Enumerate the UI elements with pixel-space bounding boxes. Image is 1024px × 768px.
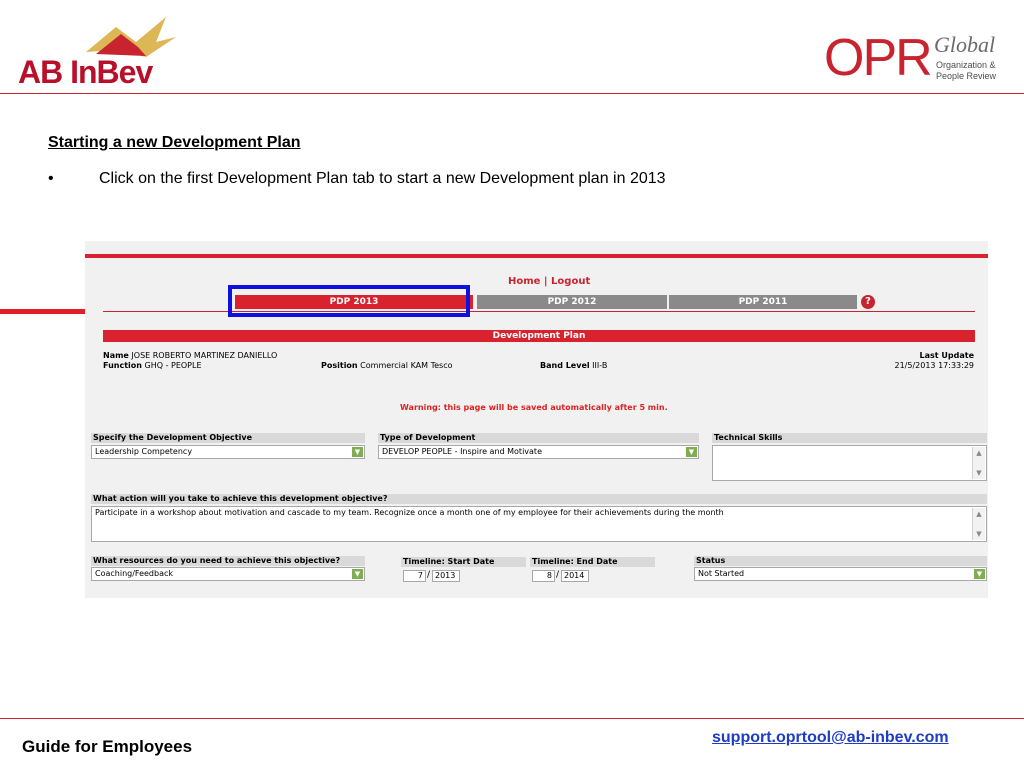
employee-function: Function GHQ - PEOPLE <box>103 361 202 370</box>
employee-position: Position Commercial KAM Tesco <box>321 361 453 370</box>
footer-guide-title: Guide for Employees <box>22 737 193 756</box>
last-update-value: 21/5/2013 17:33:29 <box>894 361 975 370</box>
scroll-down-icon[interactable]: ▼ <box>973 467 985 479</box>
objective-value: Leadership Competency <box>95 447 193 456</box>
last-update-label: Last Update <box>919 351 974 360</box>
help-icon[interactable]: ? <box>861 295 875 309</box>
scroll-down-icon[interactable]: ▼ <box>973 528 985 540</box>
name-label: Name <box>103 351 129 360</box>
footer-divider <box>0 718 1024 719</box>
position-label: Position <box>321 361 358 370</box>
employee-band: Band Level III-B <box>540 361 607 370</box>
action-label: What action will you take to achieve thi… <box>91 494 987 504</box>
end-date-separator: / <box>556 570 560 580</box>
chevron-down-icon[interactable]: ▼ <box>686 447 697 457</box>
opr-wordmark: OPR <box>824 29 933 87</box>
abinbev-logo: AB InBev <box>16 12 176 90</box>
type-select[interactable]: DEVELOP PEOPLE - Inspire and Motivate ▼ <box>378 445 699 459</box>
type-value: DEVELOP PEOPLE - Inspire and Motivate <box>382 447 542 456</box>
band-label: Band Level <box>540 361 590 370</box>
logo-subtitle-2: People Review <box>936 71 997 81</box>
objective-select[interactable]: Leadership Competency ▼ <box>91 445 365 459</box>
function-value: GHQ - PEOPLE <box>144 361 202 370</box>
technical-skills-scrollbar[interactable]: ▲ ▼ <box>972 447 985 479</box>
logo-subtitle-1: Organization & <box>936 60 996 70</box>
abinbev-wordmark: AB InBev <box>18 54 153 90</box>
employee-name: Name JOSE ROBERTO MARTINEZ DANIELLO <box>103 351 277 360</box>
name-value: JOSE ROBERTO MARTINEZ DANIELLO <box>131 351 278 360</box>
app-top-bar <box>85 254 988 258</box>
section-title-bar: Development Plan <box>103 330 975 342</box>
technical-skills-textarea[interactable]: ▲ ▼ <box>712 445 987 481</box>
status-label: Status <box>694 556 987 566</box>
position-value: Commercial KAM Tesco <box>360 361 453 370</box>
chevron-down-icon[interactable]: ▼ <box>352 569 363 579</box>
tab-pdp-2011[interactable]: PDP 2011 <box>669 295 857 309</box>
end-year-input[interactable]: 2014 <box>561 570 589 582</box>
end-month-input[interactable]: 8 <box>532 570 555 582</box>
header-divider <box>0 93 1024 94</box>
start-month-input[interactable]: 7 <box>403 570 426 582</box>
chevron-down-icon[interactable]: ▼ <box>974 569 985 579</box>
autosave-warning: Warning: this page will be saved automat… <box>400 403 668 412</box>
end-date-label: Timeline: End Date <box>530 557 655 567</box>
status-select[interactable]: Not Started ▼ <box>694 567 987 581</box>
tab-highlight-box <box>228 285 470 317</box>
resources-select[interactable]: Coaching/Feedback ▼ <box>91 567 365 581</box>
pdp-app-screenshot: Home | Logout PDP 2013 PDP 2012 PDP 2011… <box>85 241 988 598</box>
action-value: Participate in a workshop about motivati… <box>95 508 724 517</box>
action-textarea[interactable]: Participate in a workshop about motivati… <box>91 506 987 542</box>
chevron-down-icon[interactable]: ▼ <box>352 447 363 457</box>
band-value: III-B <box>592 361 608 370</box>
status-value: Not Started <box>698 569 745 578</box>
type-label: Type of Development <box>378 433 699 443</box>
action-scrollbar[interactable]: ▲ ▼ <box>972 508 985 540</box>
tab-pdp-2012[interactable]: PDP 2012 <box>477 295 667 309</box>
resources-value: Coaching/Feedback <box>95 569 174 578</box>
technical-skills-label: Technical Skills <box>712 433 987 443</box>
support-email-link[interactable]: support.oprtool@ab-inbev.com <box>712 729 949 747</box>
start-date-separator: / <box>427 570 431 580</box>
slide-title: Starting a new Development Plan <box>48 134 301 151</box>
start-year-input[interactable]: 2013 <box>432 570 460 582</box>
resources-label: What resources do you need to achieve th… <box>91 556 365 566</box>
bullet-marker: • <box>48 170 54 187</box>
global-wordmark: Global <box>934 32 996 57</box>
objective-label: Specify the Development Objective <box>91 433 365 443</box>
scroll-up-icon[interactable]: ▲ <box>973 447 985 459</box>
app-menu-links[interactable]: Home | Logout <box>508 276 590 287</box>
bullet-text: Click on the first Development Plan tab … <box>99 170 666 187</box>
scroll-up-icon[interactable]: ▲ <box>973 508 985 520</box>
start-date-label: Timeline: Start Date <box>401 557 526 567</box>
opr-global-logo: OPR Global Organization & People Review <box>824 30 1014 92</box>
function-label: Function <box>103 361 142 370</box>
